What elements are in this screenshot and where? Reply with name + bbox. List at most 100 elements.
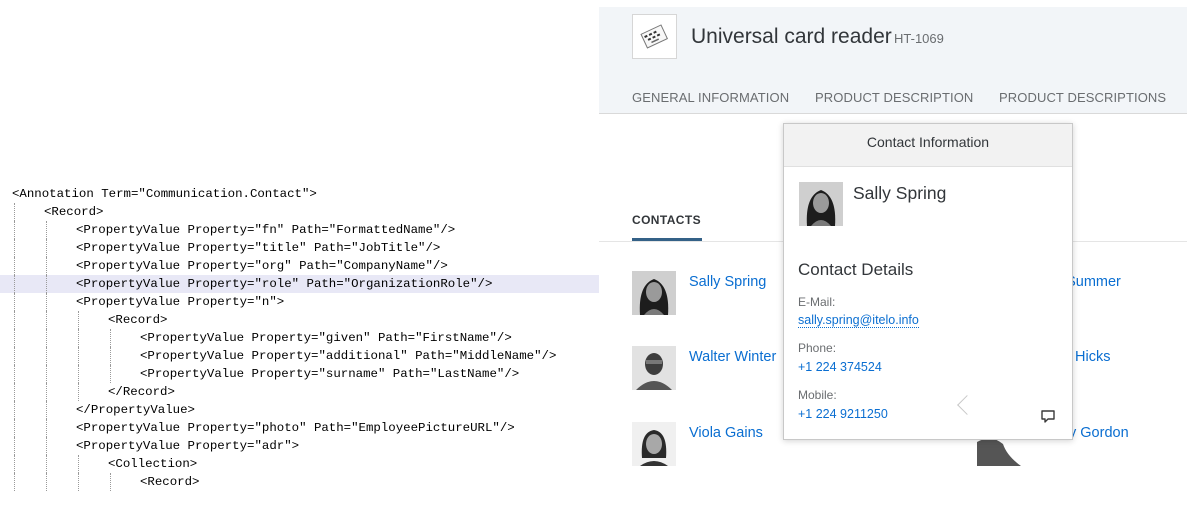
code-line[interactable]: <Annotation Term="Communication.Contact"… (0, 185, 599, 203)
indent-guide (14, 221, 15, 239)
code-line[interactable]: <PropertyValue Property="surname" Path="… (0, 365, 599, 383)
person-photo-icon (632, 346, 676, 390)
indent-guide (14, 473, 15, 491)
indent-guide (46, 401, 47, 419)
indent-guide (14, 293, 15, 311)
indent-guide (14, 437, 15, 455)
object-header: Universal card reader HT-1069 GENERAL IN… (599, 7, 1187, 114)
code-line[interactable]: <Collection> (0, 455, 599, 473)
avatar (799, 182, 843, 226)
tab-product-descriptions[interactable]: PRODUCT DESCRIPTIONS (999, 90, 1166, 105)
indent-guide (14, 347, 15, 365)
code-line[interactable]: <PropertyValue Property="org" Path="Comp… (0, 257, 599, 275)
indent-guide (46, 239, 47, 257)
code-line[interactable]: <Record> (0, 203, 599, 221)
indent-guide (46, 221, 47, 239)
code-line-text: <PropertyValue Property="additional" Pat… (140, 349, 557, 363)
indent-guide (14, 329, 15, 347)
email-link[interactable]: sally.spring@itelo.info (798, 313, 919, 328)
contact-link[interactable]: Hicks (1075, 349, 1110, 365)
code-line-text: <Annotation Term="Communication.Contact"… (12, 187, 317, 201)
code-line[interactable]: <PropertyValue Property="fn" Path="Forma… (0, 221, 599, 239)
indent-guide (14, 419, 15, 437)
tab-product-description[interactable]: PRODUCT DESCRIPTION (815, 90, 973, 105)
indent-guide (78, 365, 79, 383)
code-line-text: <PropertyValue Property="title" Path="Jo… (76, 241, 441, 255)
indent-guide (78, 473, 79, 491)
indent-guide (110, 329, 111, 347)
indent-guide (110, 365, 111, 383)
avatar[interactable] (632, 346, 676, 390)
indent-guide (46, 347, 47, 365)
product-title: Universal card reader (691, 25, 892, 48)
code-line[interactable]: <Record> (0, 473, 599, 491)
indent-guide (46, 419, 47, 437)
indent-guide (46, 275, 47, 293)
indent-guide (78, 383, 79, 401)
contact-link[interactable]: Viola Gains (689, 425, 763, 441)
person-photo-icon (632, 422, 676, 466)
tab-contacts[interactable]: CONTACTS (632, 213, 701, 227)
product-image (632, 14, 677, 59)
card-reader-icon (640, 24, 669, 49)
contact-link[interactable]: y Gordon (1069, 425, 1129, 441)
phone-label: Phone: (798, 341, 837, 355)
code-line-text: <PropertyValue Property="surname" Path="… (140, 367, 520, 381)
indent-guide (14, 275, 15, 293)
code-line[interactable]: <PropertyValue Property="given" Path="Fi… (0, 329, 599, 347)
indent-guide (46, 455, 47, 473)
code-line-text: </PropertyValue> (76, 403, 195, 417)
phone-link[interactable]: +1 224 374524 (798, 360, 882, 374)
person-photo-icon (632, 271, 676, 315)
code-line[interactable]: <PropertyValue Property="n"> (0, 293, 599, 311)
indent-guide (46, 383, 47, 401)
code-line[interactable]: <Record> (0, 311, 599, 329)
code-line[interactable]: <PropertyValue Property="role" Path="Org… (0, 275, 599, 293)
code-lines: <Annotation Term="Communication.Contact"… (0, 185, 599, 491)
indent-guide (78, 311, 79, 329)
contact-link[interactable]: Walter Winter (689, 349, 776, 365)
mobile-link[interactable]: +1 224 9211250 (798, 407, 888, 421)
code-line-text: <Record> (44, 205, 104, 219)
indent-guide (14, 203, 15, 221)
code-line-text: <Record> (108, 313, 168, 327)
email-label: E-Mail: (798, 295, 836, 309)
code-line-text: <PropertyValue Property="fn" Path="Forma… (76, 223, 456, 237)
code-line[interactable]: </Record> (0, 383, 599, 401)
indent-guide (14, 365, 15, 383)
code-line[interactable]: <PropertyValue Property="adr"> (0, 437, 599, 455)
indent-guide (46, 311, 47, 329)
popover-title: Contact Information (784, 124, 1072, 167)
indent-guide (78, 329, 79, 347)
code-editor[interactable]: <Annotation Term="Communication.Contact"… (0, 0, 599, 516)
tab-general-information[interactable]: GENERAL INFORMATION (632, 90, 789, 105)
product-object-page: Universal card reader HT-1069 GENERAL IN… (599, 0, 1203, 516)
code-line[interactable]: <PropertyValue Property="additional" Pat… (0, 347, 599, 365)
product-id: HT-1069 (894, 31, 944, 46)
indent-guide (46, 473, 47, 491)
code-line-text: <PropertyValue Property="adr"> (76, 439, 300, 453)
popover-contact-name: Sally Spring (853, 183, 947, 203)
code-line-text: <Collection> (108, 457, 198, 471)
code-line-text: <Record> (140, 475, 200, 489)
contact-link[interactable]: Sally Spring (689, 274, 766, 290)
mobile-label: Mobile: (798, 388, 837, 402)
chat-bubble-icon (1041, 410, 1055, 423)
person-photo-icon (799, 182, 843, 226)
contact-popover: Contact Information Sally Spring Contact… (783, 123, 1073, 440)
code-line[interactable]: </PropertyValue> (0, 401, 599, 419)
code-line-text: </Record> (108, 385, 175, 399)
indent-guide (14, 239, 15, 257)
indent-guide (14, 383, 15, 401)
code-line[interactable]: <PropertyValue Property="title" Path="Jo… (0, 239, 599, 257)
indent-guide (46, 437, 47, 455)
code-line-text: <PropertyValue Property="org" Path="Comp… (76, 259, 448, 273)
chat-icon[interactable] (1040, 408, 1056, 424)
avatar[interactable] (632, 422, 676, 466)
indent-guide (46, 329, 47, 347)
indent-guide (78, 347, 79, 365)
code-line[interactable]: <PropertyValue Property="photo" Path="Em… (0, 419, 599, 437)
code-line-text: <PropertyValue Property="given" Path="Fi… (140, 331, 512, 345)
avatar[interactable] (632, 271, 676, 315)
indent-guide (46, 293, 47, 311)
